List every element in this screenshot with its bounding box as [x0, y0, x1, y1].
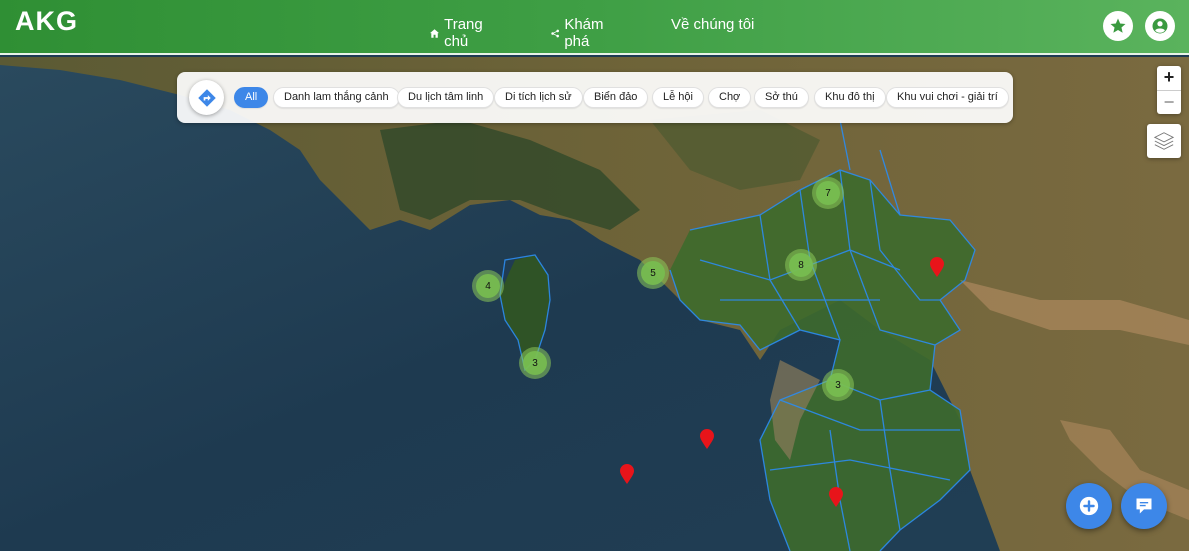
chip-du-lich-tam-linh[interactable]: Du lịch tâm linh — [397, 87, 495, 108]
cluster-count: 5 — [641, 261, 665, 285]
nav-explore-label: Khám phá — [564, 16, 604, 50]
app-header: AKG Trang chủ Khám phá Về chúng tôi — [0, 0, 1189, 55]
user-circle-icon — [1152, 18, 1168, 34]
zoom-in-button[interactable]: + — [1157, 66, 1181, 90]
zoom-out-button[interactable]: − — [1157, 90, 1181, 114]
map-view[interactable]: 7 8 5 4 3 3 — [0, 57, 1189, 551]
chip-cho[interactable]: Chợ — [708, 87, 752, 108]
cluster-marker[interactable]: 3 — [519, 347, 551, 379]
location-pin-icon[interactable] — [620, 464, 634, 484]
cluster-count: 4 — [476, 274, 500, 298]
chip-bien-dao[interactable]: Biển đảo — [583, 87, 649, 108]
category-filter-bar: All Danh lam thắng cảnh Du lịch tâm linh… — [177, 72, 1013, 123]
cluster-marker[interactable]: 5 — [637, 257, 669, 289]
layers-button[interactable] — [1147, 124, 1181, 158]
directions-icon — [197, 88, 216, 107]
account-button[interactable] — [1145, 11, 1175, 41]
chip-danh-lam-thang-canh[interactable]: Danh lam thắng cảnh — [273, 87, 400, 108]
cluster-count: 7 — [816, 181, 840, 205]
nav-home-label: Trang chủ — [444, 16, 483, 50]
nav-about[interactable]: Về chúng tôi — [671, 16, 754, 33]
chip-le-hoi[interactable]: Lễ hội — [652, 87, 704, 108]
location-pin-icon[interactable] — [700, 429, 714, 449]
directions-button[interactable] — [189, 80, 224, 115]
nav-about-label: Về chúng tôi — [671, 16, 755, 33]
star-icon — [1110, 18, 1126, 33]
chip-so-thu[interactable]: Sở thú — [754, 87, 809, 108]
layers-icon — [1153, 132, 1175, 150]
chat-icon — [1136, 498, 1152, 514]
plus-circle-icon — [1079, 496, 1099, 516]
zoom-control: + − — [1157, 66, 1181, 114]
favorites-button[interactable] — [1103, 11, 1133, 41]
chat-button[interactable] — [1121, 483, 1167, 529]
app-logo[interactable]: AKG — [15, 6, 78, 37]
location-pin-icon[interactable] — [829, 487, 843, 507]
cluster-marker[interactable]: 4 — [472, 270, 504, 302]
chip-di-tich-lich-su[interactable]: Di tích lịch sử — [494, 87, 583, 108]
nav-home[interactable]: Trang chủ — [430, 16, 488, 50]
nav-explore[interactable]: Khám phá — [551, 16, 608, 50]
home-icon — [430, 28, 440, 38]
location-pin-icon[interactable] — [930, 257, 944, 277]
add-location-button[interactable] — [1066, 483, 1112, 529]
share-icon — [551, 29, 560, 37]
cluster-count: 3 — [826, 373, 850, 397]
cluster-count: 8 — [789, 253, 813, 277]
cluster-marker[interactable]: 3 — [822, 369, 854, 401]
chip-khu-do-thi[interactable]: Khu đô thị — [814, 87, 886, 108]
cluster-count: 3 — [523, 351, 547, 375]
chip-khu-vui-choi-giai-tri[interactable]: Khu vui chơi - giải trí — [886, 87, 1009, 108]
cluster-marker[interactable]: 8 — [785, 249, 817, 281]
chip-all[interactable]: All — [234, 87, 269, 108]
cluster-marker[interactable]: 7 — [812, 177, 844, 209]
satellite-map — [0, 57, 1189, 551]
